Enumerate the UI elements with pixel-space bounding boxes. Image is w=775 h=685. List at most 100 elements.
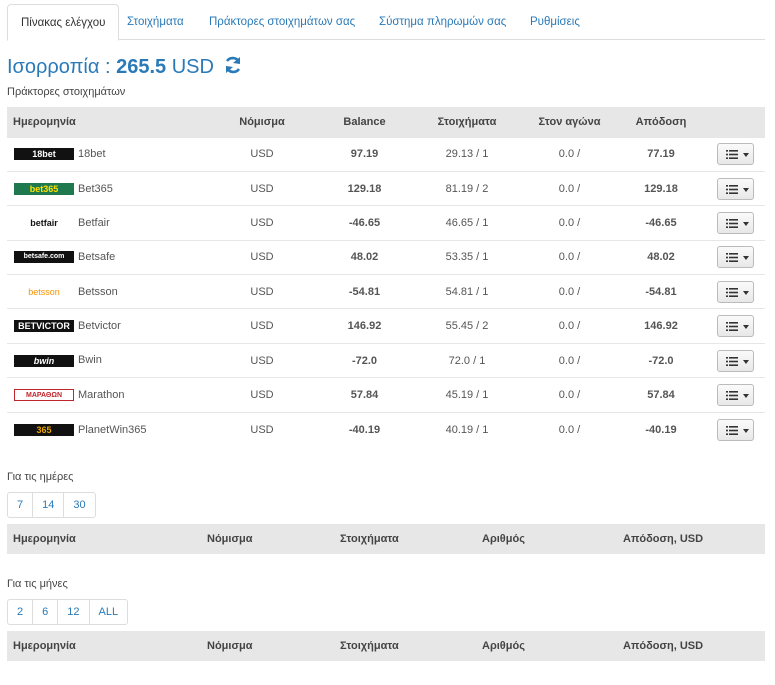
chevron-down-icon bbox=[742, 187, 749, 192]
row-menu-button[interactable] bbox=[716, 246, 754, 269]
col-bets[interactable]: Στοιχήματα bbox=[412, 107, 522, 137]
list-icon bbox=[725, 253, 738, 263]
in-game-cell: 0.0 / bbox=[522, 308, 617, 344]
months-option-2[interactable]: 2 bbox=[8, 600, 32, 624]
months-col-count[interactable]: Αριθμός bbox=[482, 631, 525, 661]
days-col-date[interactable]: Ημερομηνία bbox=[13, 524, 76, 554]
days-label: Για τις ημέρες bbox=[7, 471, 74, 483]
profit-cell: -40.19 bbox=[617, 411, 705, 447]
days-option-14[interactable]: 14 bbox=[32, 493, 63, 517]
chevron-down-icon bbox=[742, 256, 749, 261]
bets-cell: 54.81 / 1 bbox=[412, 274, 522, 309]
actions-cell bbox=[705, 377, 765, 413]
currency-cell: USD bbox=[207, 205, 317, 241]
profit-cell: 77.19 bbox=[617, 136, 705, 172]
days-col-count[interactable]: Αριθμός bbox=[482, 524, 525, 554]
tab-bets[interactable]: Στοιχήματα bbox=[114, 4, 197, 40]
months-option-all[interactable]: ALL bbox=[88, 600, 128, 624]
chevron-down-icon bbox=[742, 153, 749, 158]
balance-cell: 129.18 bbox=[317, 170, 412, 206]
bookmaker-cell: bet365 Bet365 bbox=[7, 170, 207, 206]
col-currency[interactable]: Νόμισμα bbox=[207, 107, 317, 137]
row-menu-button[interactable] bbox=[716, 349, 754, 372]
balance-cell: -72.0 bbox=[317, 342, 412, 378]
days-pager: 7 14 30 bbox=[7, 492, 96, 518]
profit-cell: -72.0 bbox=[617, 342, 705, 378]
col-date[interactable]: Ημερομηνία bbox=[7, 107, 207, 137]
col-in-game[interactable]: Στον αγώνα bbox=[522, 107, 617, 137]
refresh-icon[interactable] bbox=[223, 55, 243, 81]
bookmaker-logo: betfair bbox=[14, 217, 74, 230]
bets-cell: 40.19 / 1 bbox=[412, 411, 522, 447]
months-col-profit[interactable]: Απόδοση, USD bbox=[623, 631, 703, 661]
row-menu-button[interactable] bbox=[716, 315, 754, 338]
balance-display: Ισορροπία : 265.5 USD bbox=[7, 55, 243, 81]
days-col-currency[interactable]: Νόμισμα bbox=[207, 524, 252, 554]
balance-cell: -40.19 bbox=[317, 411, 412, 447]
nav-tabs: Πίνακας ελέγχου Στοιχήματα Πράκτορες στο… bbox=[7, 4, 765, 41]
days-option-7[interactable]: 7 bbox=[8, 493, 32, 517]
balance-currency: USD bbox=[171, 56, 214, 78]
currency-cell: USD bbox=[207, 136, 317, 172]
col-actions bbox=[705, 107, 765, 137]
months-col-date[interactable]: Ημερομηνία bbox=[13, 631, 76, 661]
profit-cell: 48.02 bbox=[617, 239, 705, 275]
tab-dashboard[interactable]: Πίνακας ελέγχου bbox=[7, 4, 120, 41]
days-summary-header: Ημερομηνία Νόμισμα Στοιχήματα Αριθμός Απ… bbox=[7, 524, 765, 554]
bets-cell: 72.0 / 1 bbox=[412, 342, 522, 378]
list-icon bbox=[725, 150, 738, 160]
table-row: ΜΑΡΑΘΩΝ Marathon USD 57.84 45.19 / 1 0.0 … bbox=[7, 377, 765, 413]
table-row: bet365 Bet365 USD 129.18 81.19 / 2 0.0 / … bbox=[7, 170, 765, 206]
profit-cell: 57.84 bbox=[617, 377, 705, 413]
actions-cell bbox=[705, 411, 765, 447]
table-row: 18bet 18bet USD 97.19 29.13 / 1 0.0 / 77.… bbox=[7, 136, 765, 172]
list-icon bbox=[725, 356, 738, 366]
row-menu-button[interactable] bbox=[716, 211, 754, 234]
days-col-bets[interactable]: Στοιχήματα bbox=[340, 524, 399, 554]
chevron-down-icon bbox=[742, 359, 749, 364]
row-menu-button[interactable] bbox=[716, 143, 754, 166]
profit-cell: -46.65 bbox=[617, 205, 705, 241]
bookmaker-cell: 365 PlanetWin365 bbox=[7, 411, 207, 447]
row-menu-button[interactable] bbox=[716, 383, 754, 406]
row-menu-button[interactable] bbox=[716, 418, 754, 441]
months-label: Για τις μήνες bbox=[7, 578, 68, 590]
bets-cell: 29.13 / 1 bbox=[412, 136, 522, 172]
days-col-profit[interactable]: Απόδοση, USD bbox=[623, 524, 703, 554]
balance-amount: 265.5 bbox=[116, 56, 167, 78]
bookmaker-logo: BETVICTOR bbox=[14, 320, 74, 333]
balance-cell: 146.92 bbox=[317, 308, 412, 344]
tab-payment-systems[interactable]: Σύστημα πληρωμών σας bbox=[366, 4, 519, 40]
months-col-bets[interactable]: Στοιχήματα bbox=[340, 631, 399, 661]
bookmaker-cell: bwin Bwin bbox=[7, 342, 207, 378]
bookmaker-name: Bet365 bbox=[78, 182, 113, 195]
bookmaker-name: 18bet bbox=[78, 148, 106, 161]
bookmaker-logo: 18bet bbox=[14, 148, 74, 161]
in-game-cell: 0.0 / bbox=[522, 170, 617, 206]
table-row: bwin Bwin USD -72.0 72.0 / 1 0.0 / -72.0 bbox=[7, 342, 765, 378]
currency-cell: USD bbox=[207, 377, 317, 413]
row-menu-button[interactable] bbox=[716, 280, 754, 303]
col-balance[interactable]: Balance bbox=[317, 107, 412, 137]
list-icon bbox=[725, 322, 738, 332]
months-option-12[interactable]: 12 bbox=[57, 600, 88, 624]
chevron-down-icon bbox=[742, 290, 749, 295]
bookmaker-name: Betsafe bbox=[78, 251, 116, 264]
bookmaker-name: Betsson bbox=[78, 285, 118, 298]
balance-cell: -54.81 bbox=[317, 274, 412, 309]
tab-settings[interactable]: Ρυθμίσεις bbox=[517, 4, 593, 40]
months-option-6[interactable]: 6 bbox=[32, 600, 57, 624]
profit-cell: -54.81 bbox=[617, 274, 705, 309]
row-menu-button[interactable] bbox=[716, 177, 754, 200]
bookmaker-logo: betsafe.com bbox=[14, 251, 74, 264]
table-row: betsson Betsson USD -54.81 54.81 / 1 0.0 … bbox=[7, 274, 765, 309]
table-row: 365 PlanetWin365 USD -40.19 40.19 / 1 0.0… bbox=[7, 411, 765, 447]
tab-bookmakers[interactable]: Πράκτορες στοιχημάτων σας bbox=[196, 4, 368, 40]
months-col-currency[interactable]: Νόμισμα bbox=[207, 631, 252, 661]
days-option-30[interactable]: 30 bbox=[63, 493, 94, 517]
profit-cell: 146.92 bbox=[617, 308, 705, 344]
col-profit[interactable]: Απόδοση bbox=[617, 107, 705, 137]
actions-cell bbox=[705, 342, 765, 378]
currency-cell: USD bbox=[207, 308, 317, 344]
bookmaker-logo: ΜΑΡΑΘΩΝ bbox=[14, 388, 74, 401]
